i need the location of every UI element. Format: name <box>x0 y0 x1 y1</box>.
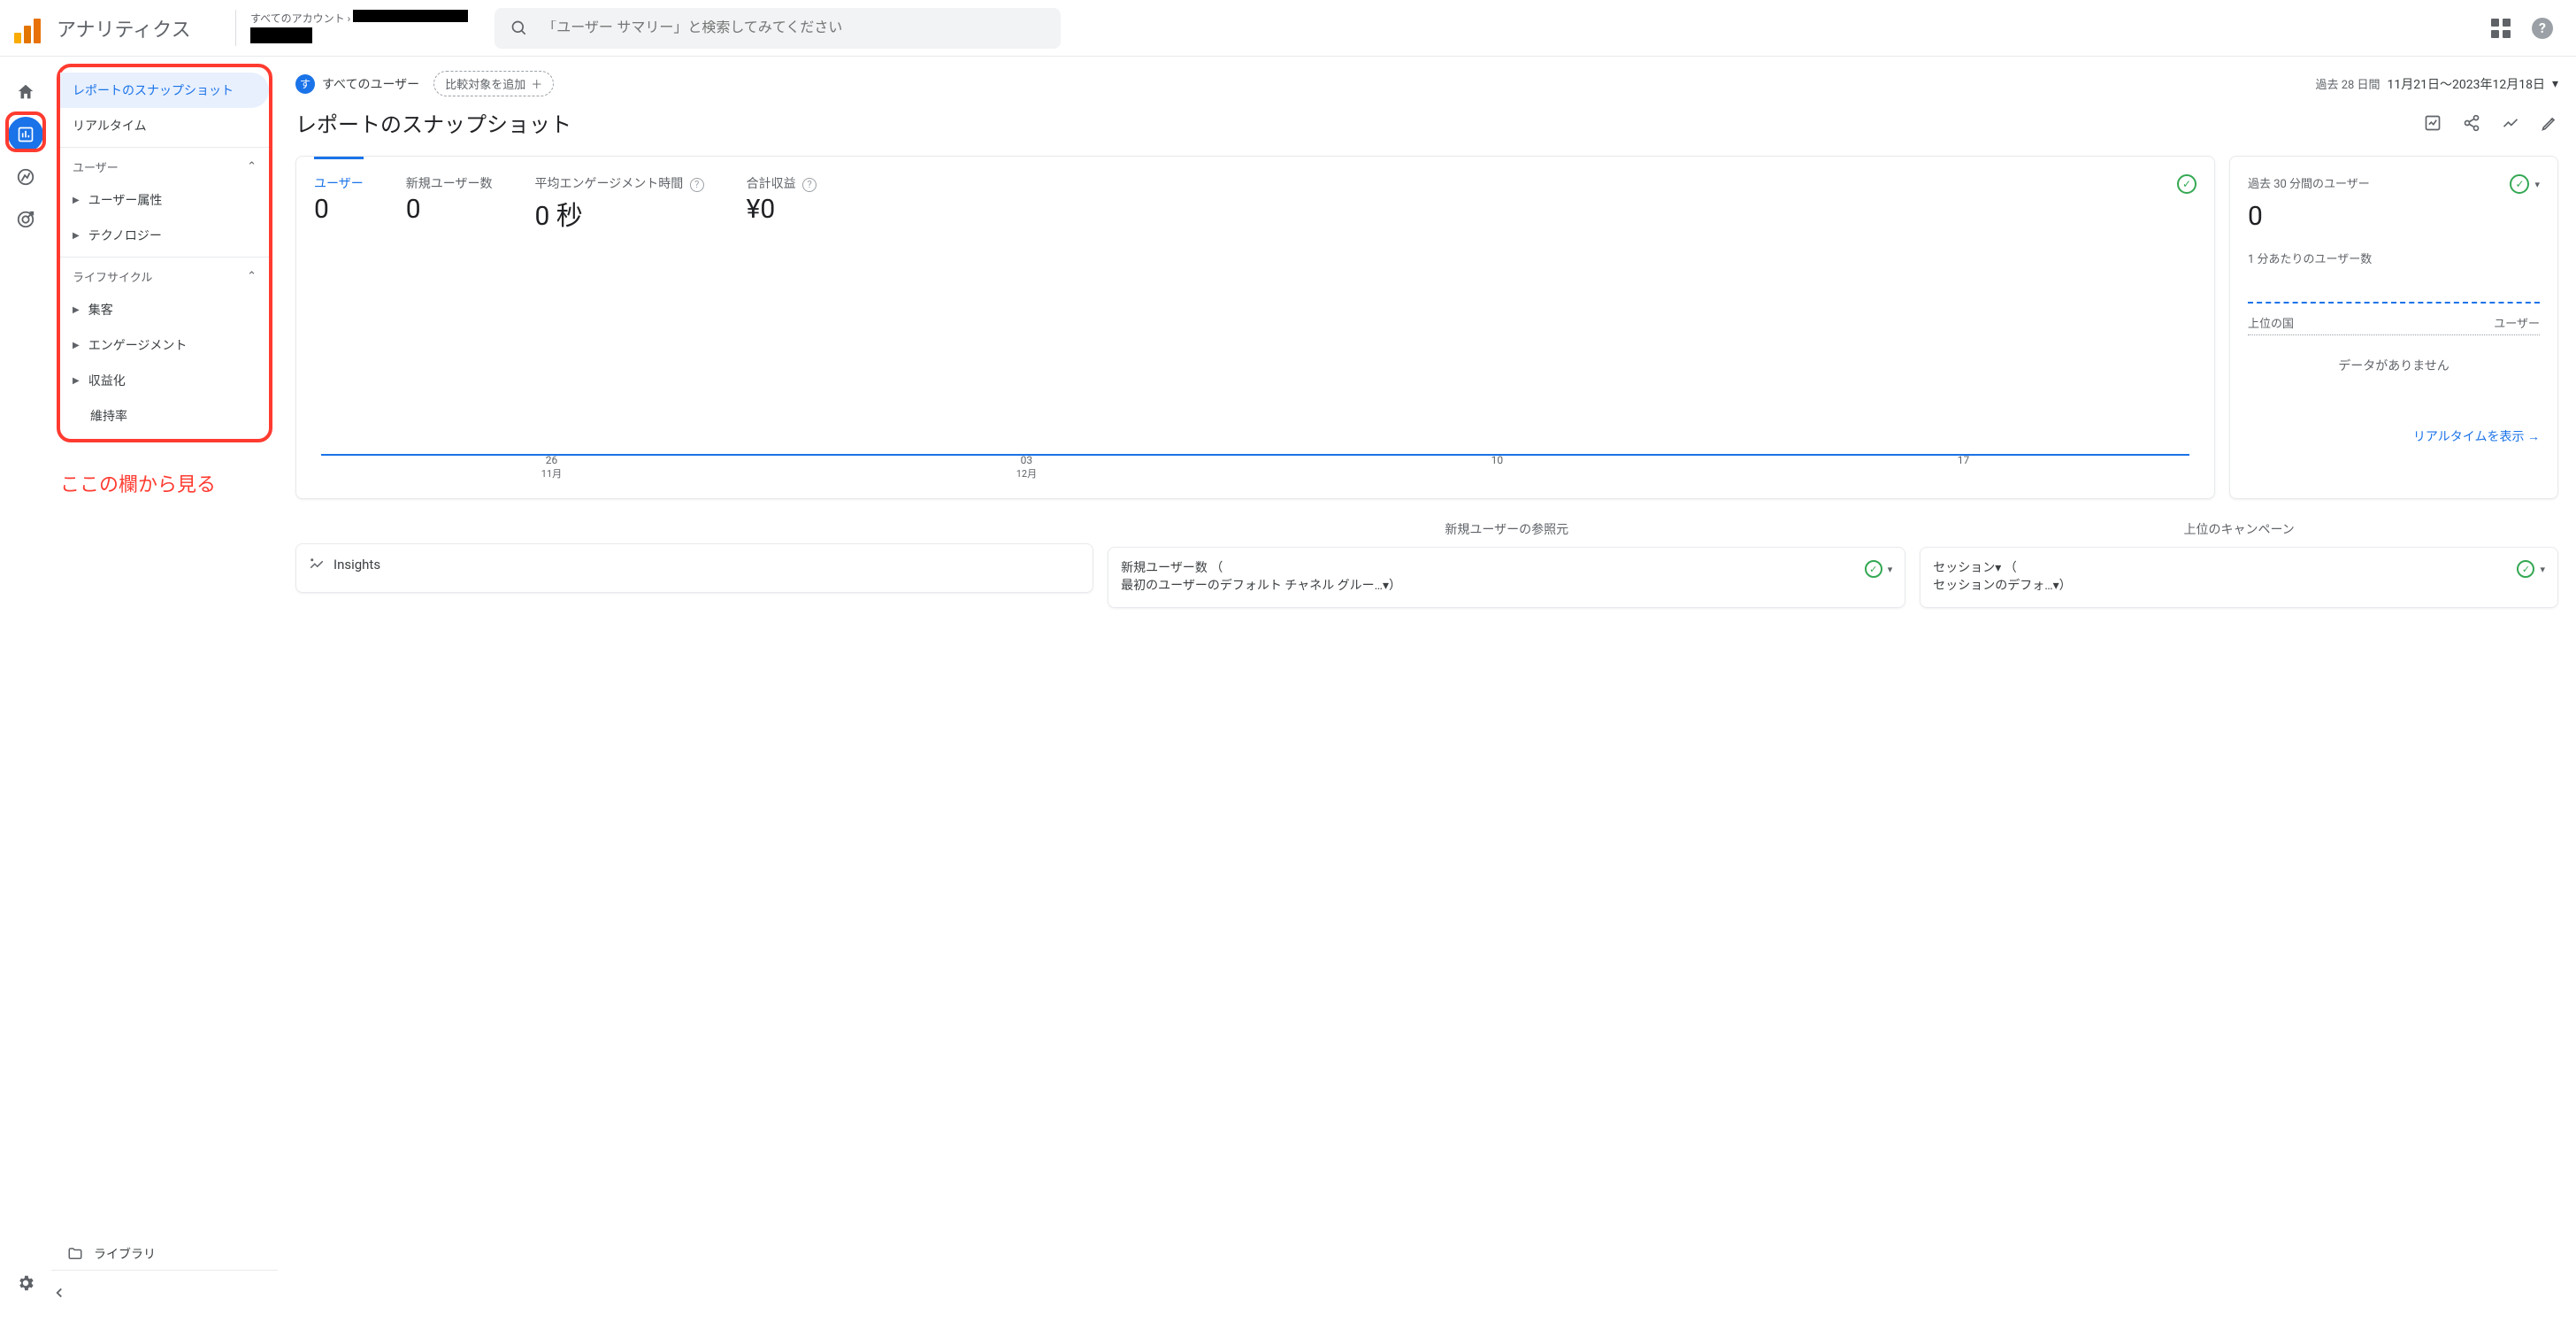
nav-sidebar: レポートのスナップショット リアルタイム ユーザー ⌃ ▶ユーザー属性 ▶テクノ… <box>51 57 278 1322</box>
per-minute-label: 1 分あたりのユーザー数 <box>2248 250 2540 266</box>
folder-icon <box>67 1246 83 1262</box>
nav-retention[interactable]: 維持率 <box>60 398 269 434</box>
status-check-icon[interactable]: ✓ <box>2510 174 2529 194</box>
edit-icon[interactable] <box>2541 114 2558 132</box>
rail-reports[interactable] <box>8 117 43 152</box>
app-header: アナリティクス すべてのアカウント › ? <box>0 0 2576 57</box>
chevron-left-icon <box>51 1285 67 1301</box>
rail-explore[interactable] <box>8 159 43 195</box>
insights-icon[interactable] <box>2502 114 2519 132</box>
caret-right-icon: ▶ <box>73 231 80 241</box>
metric-tab[interactable]: 合計収益 ?¥0 <box>747 174 816 233</box>
icon-rail <box>0 57 51 1322</box>
insights-card[interactable]: Insights <box>295 543 1093 593</box>
chart-tick: 0312月 <box>1016 454 1037 480</box>
col-users: ユーザー <box>2494 314 2540 331</box>
dropdown-icon[interactable]: ▾ <box>1888 564 1893 575</box>
new-user-source-card[interactable]: 新規ユーザー数 （ 最初のユーザーのデフォルト チャネル グルー…▾） ✓▾ <box>1108 547 1905 608</box>
chart-tick: 2611月 <box>541 454 562 480</box>
dropdown-icon[interactable]: ▾ <box>2540 564 2545 575</box>
new-user-source-label: 新規ユーザーの参照元 <box>1108 520 1905 538</box>
metric-tab[interactable]: 新規ユーザー数0 <box>406 174 493 233</box>
search-input[interactable] <box>542 20 1045 36</box>
nav-user-attributes[interactable]: ▶ユーザー属性 <box>60 182 269 218</box>
main-content: す すべてのユーザー 比較対象を追加 ＋ 過去 28 日間 11月21日～202… <box>278 57 2576 1322</box>
nav-section-user[interactable]: ユーザー ⌃ <box>60 147 269 182</box>
realtime-card: 過去 30 分間のユーザー ✓ ▾ 0 1 分あたりのユーザー数 上位の国 ユー… <box>2229 156 2558 499</box>
plus-icon: ＋ <box>531 75 542 92</box>
library-button[interactable]: ライブラリ <box>67 1238 262 1270</box>
nav-section-lifecycle[interactable]: ライフサイクル ⌃ <box>60 257 269 292</box>
sparkline-chart <box>2248 277 2540 304</box>
collapse-sidebar-button[interactable] <box>51 1270 278 1301</box>
overview-chart-card: ✓ ユーザー0 新規ユーザー数0 平均エンゲージメント時間 ?0 秒合計収益 ?¥0… <box>295 156 2215 499</box>
search-icon <box>510 19 528 37</box>
annotation-nav-highlight: レポートのスナップショット リアルタイム ユーザー ⌃ ▶ユーザー属性 ▶テクノ… <box>57 64 272 442</box>
account-picker[interactable]: すべてのアカウント › <box>235 10 494 46</box>
add-comparison-button[interactable]: 比較対象を追加 ＋ <box>433 71 554 96</box>
insights-sparkle-icon <box>309 557 325 573</box>
metric-tab[interactable]: ユーザー0 <box>314 174 364 233</box>
chevron-up-icon: ⌃ <box>247 270 257 283</box>
search-box[interactable] <box>494 8 1061 49</box>
nav-engagement[interactable]: ▶エンゲージメント <box>60 327 269 363</box>
line-chart: 2611月 0312月 10 17 <box>314 250 2196 480</box>
status-check-icon[interactable]: ✓ <box>2177 174 2196 194</box>
customize-icon[interactable] <box>2424 114 2442 132</box>
top-campaigns-card[interactable]: セッション▾ （ セッションのデフォ…▾） ✓▾ <box>1920 547 2558 608</box>
col-top-countries: 上位の国 <box>2248 314 2294 331</box>
page-title: レポートのスナップショット <box>295 107 571 138</box>
view-realtime-link[interactable]: リアルタイムを表示 → <box>2248 427 2540 445</box>
caret-right-icon: ▶ <box>73 196 80 205</box>
metrics-tabs: ユーザー0 新規ユーザー数0 平均エンゲージメント時間 ?0 秒合計収益 ?¥0 <box>314 174 2196 233</box>
share-icon[interactable] <box>2463 114 2480 132</box>
no-data-message: データがありません <box>2248 357 2540 374</box>
help-icon[interactable]: ? <box>2532 18 2553 39</box>
status-check-icon: ✓ <box>1865 560 1882 578</box>
dropdown-icon: ▾ <box>2552 77 2558 91</box>
chart-tick: 10 <box>1491 454 1504 480</box>
nav-acquisition[interactable]: ▶集客 <box>60 292 269 327</box>
caret-right-icon: ▶ <box>73 305 80 315</box>
dropdown-icon[interactable]: ▾ <box>2534 179 2540 190</box>
nav-technology[interactable]: ▶テクノロジー <box>60 218 269 253</box>
segment-all-users[interactable]: す すべてのユーザー <box>295 74 419 94</box>
top-campaigns-label: 上位のキャンペーン <box>1920 520 2558 538</box>
rail-settings[interactable] <box>8 1265 43 1301</box>
app-title: アナリティクス <box>57 14 191 42</box>
nav-monetization[interactable]: ▶収益化 <box>60 363 269 398</box>
help-icon[interactable]: ? <box>690 178 704 192</box>
help-icon[interactable]: ? <box>802 178 816 192</box>
rail-advertising[interactable] <box>8 202 43 237</box>
chevron-up-icon: ⌃ <box>247 160 257 173</box>
metric-tab[interactable]: 平均エンゲージメント時間 ?0 秒 <box>534 174 703 233</box>
chart-tick: 17 <box>1958 454 1970 480</box>
rail-home[interactable] <box>8 74 43 110</box>
caret-right-icon: ▶ <box>73 376 80 386</box>
caret-right-icon: ▶ <box>73 341 80 350</box>
apps-icon[interactable] <box>2491 19 2511 38</box>
date-range-picker[interactable]: 過去 28 日間 11月21日～2023年12月18日 ▾ <box>2315 75 2558 93</box>
status-check-icon: ✓ <box>2517 560 2534 578</box>
realtime-users-value: 0 <box>2248 201 2540 232</box>
analytics-logo-icon <box>14 13 44 43</box>
nav-realtime[interactable]: リアルタイム <box>60 108 269 143</box>
annotation-text: ここの欄から見る <box>51 442 278 506</box>
nav-report-snapshot[interactable]: レポートのスナップショット <box>60 73 269 108</box>
